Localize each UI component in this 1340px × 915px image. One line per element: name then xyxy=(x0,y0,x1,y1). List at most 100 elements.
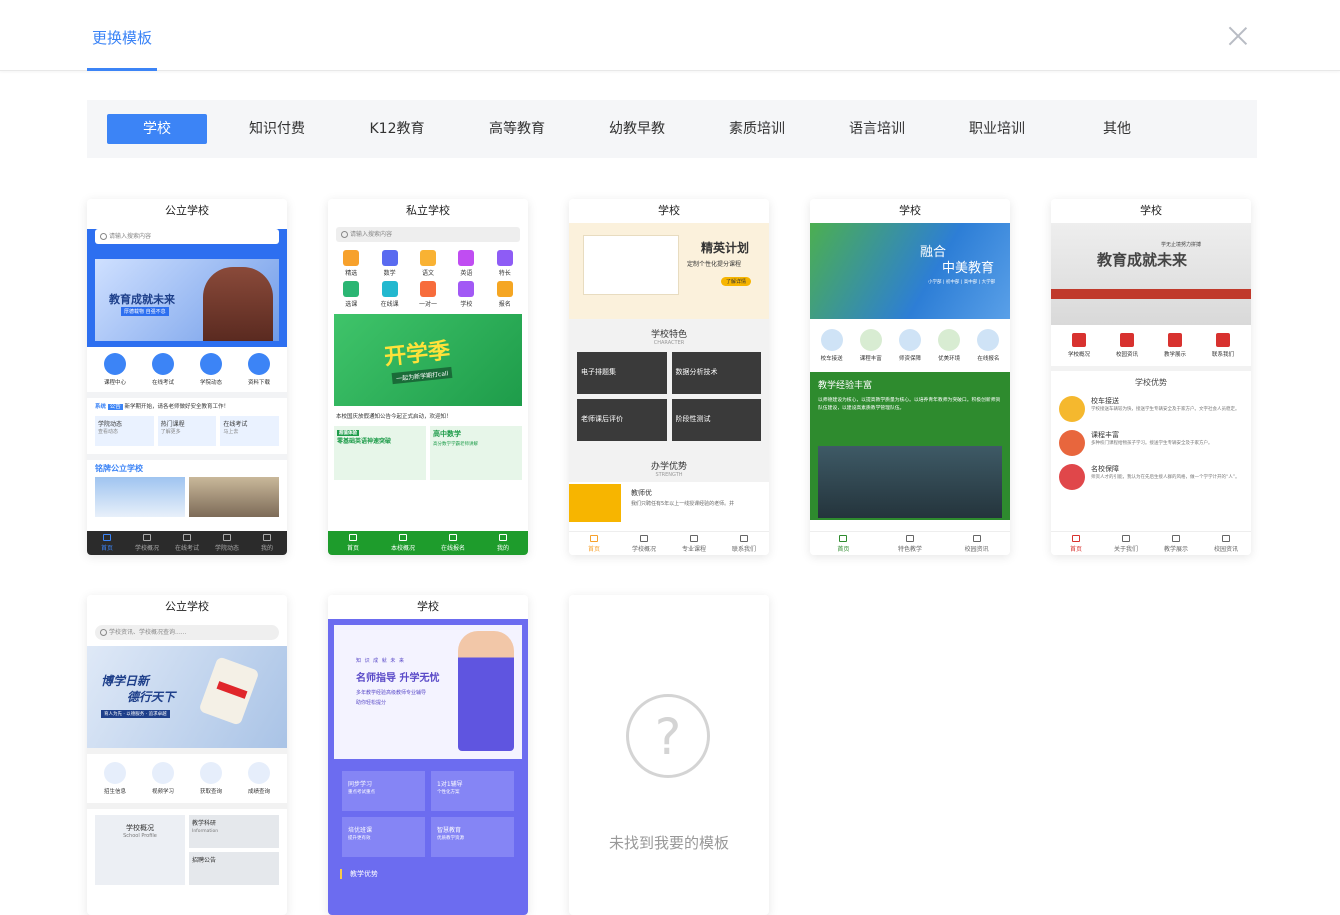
nav-item: 本校概况 xyxy=(378,531,428,555)
icon-item: 教学展示 xyxy=(1164,333,1186,358)
nav-item: 学院动态 xyxy=(207,531,247,555)
nav-item: 我的 xyxy=(247,531,287,555)
nav-item: 首页 xyxy=(87,531,127,555)
category-quality-training[interactable]: 素质培训 xyxy=(707,114,807,144)
nav-item: 特色教学 xyxy=(877,532,944,555)
category-language-training[interactable]: 语言培训 xyxy=(827,114,927,144)
category-vocational-training[interactable]: 职业培训 xyxy=(947,114,1047,144)
photo xyxy=(189,477,279,517)
category-higher-education[interactable]: 高等教育 xyxy=(467,114,567,144)
template-card-school-advantages[interactable]: 学校 教育成就未来 学无止境努力拼搏 学校概况 校园资讯 教学展示 联系我们 学… xyxy=(1051,199,1251,555)
card-body: 知 识 成 就 未 来 名师指导 升学无忧 多年教学经验高级教师专业辅导 助你轻… xyxy=(328,619,528,915)
section-title: 办学优势 xyxy=(650,462,687,472)
category-other[interactable]: 其他 xyxy=(1067,114,1167,144)
nav-item: 关于我们 xyxy=(1101,532,1151,555)
icon-item: 校车接送 xyxy=(820,329,843,362)
nav-item: 在线报名 xyxy=(428,531,478,555)
nav-item: 教学展示 xyxy=(1151,532,1201,555)
section-text: 以师德建设为核心，以提高教学质量为核心。以培养青年教师为突破口。积极创新师资队伍… xyxy=(818,398,1001,411)
tab-change-template[interactable]: 更换模板 xyxy=(87,0,157,71)
banner-stripe xyxy=(1051,289,1251,299)
advantage-list: 校车接送 学校接送车辆较为快，接送学生专辆安全及于家方户。文字社会人员稳定。 课程… xyxy=(1051,394,1251,492)
icon-grid: 精选 数学 语文 英语 特长 选课 在线课 一对一 学校 报名 xyxy=(328,248,528,310)
nav-item: 学校概况 xyxy=(619,532,669,555)
card-header-area: 请输入搜索内容 教育成就未来 厚德载物 自强不息 xyxy=(87,229,287,347)
tab-change-template-label: 更换模板 xyxy=(92,29,153,47)
section-title: 学校优势 xyxy=(1135,378,1167,387)
category-school[interactable]: 学校 xyxy=(107,114,207,144)
promo-row: 超值体验 零基础英语神速突破 高中数学 高分数学学霸老师讲解 xyxy=(328,422,528,484)
grid-icon: 语文 xyxy=(409,250,447,277)
grid-icon: 报名 xyxy=(486,281,524,308)
grid-icon: 一对一 xyxy=(409,281,447,308)
banner-title-2: 中美教育 xyxy=(942,261,995,276)
banner-title: 开学季 xyxy=(383,338,452,371)
feature-tile: 老师课后评价 xyxy=(577,399,667,441)
icon-item: 联系我们 xyxy=(1212,333,1234,358)
building-shape xyxy=(203,267,273,341)
banner-image: 博学日新 德行天下 育人为先 · 以德服务 · 追求卓越 xyxy=(87,646,287,748)
template-card-school-tutoring[interactable]: 学校 知 识 成 就 未 来 名师指导 升学无忧 多年教学经验高级教师专业辅导 … xyxy=(328,595,528,915)
icon-row: 校车接送 课程丰富 师资保障 优美环境 在线报名 xyxy=(810,319,1010,372)
banner-image: 教育成就未来 学无止境努力拼搏 xyxy=(1051,223,1251,325)
section-subtitle: STRENGTH xyxy=(655,472,683,478)
category-k12[interactable]: K12教育 xyxy=(347,114,447,144)
banner-title: 教育成就未来 xyxy=(1097,251,1188,269)
service-tile: 智慧教育 优质教学资源 xyxy=(431,817,514,857)
teacher-figure xyxy=(458,631,514,751)
advantage-item: 课程丰富 多种校门课程给物孩子学习。接送学生专辆安全及于家方户。 xyxy=(1059,430,1243,456)
tile-research: 教学科研 Information xyxy=(189,815,279,848)
icon-item: 优美环境 xyxy=(938,329,960,362)
banner-image: 精英计划 定制个性化提分课程 了解详情 xyxy=(569,223,769,319)
close-icon[interactable] xyxy=(1228,26,1248,46)
bottom-nav: 首页 特色教学 校园资讯 xyxy=(810,531,1010,555)
nav-item: 首页 xyxy=(328,531,378,555)
nav-item: 校园资讯 xyxy=(1201,532,1251,555)
not-found-label: 未找到我要的模板 xyxy=(608,834,729,852)
category-bar: 学校 知识付费 K12教育 高等教育 幼教早教 素质培训 语言培训 职业培训 其… xyxy=(87,100,1257,158)
template-card-private-school[interactable]: 私立学校 请输入搜索内容 精选 数学 语文 英语 特长 选课 在线课 一对一 学… xyxy=(328,199,528,555)
template-not-found-card[interactable]: ? 未找到我要的模板 xyxy=(569,595,769,915)
banner-subtitle: 育人为先 · 以德服务 · 追求卓越 xyxy=(101,710,170,718)
grid-icon: 数学 xyxy=(370,250,408,277)
search-input: 学校资讯、学校概况查询...... xyxy=(95,625,279,640)
advantage-item: 名校保障 师资人才的引能，我认为在先后生接人群的风格，做一个学学计开的“人”。 xyxy=(1059,464,1243,490)
grid-icon: 精选 xyxy=(332,250,370,277)
feature-tile: 数据分析技术 xyxy=(671,352,761,394)
features-section: 学校特色 CHARACTER 电子排题集 数据分析技术 老师课后评价 阶段性测试 xyxy=(569,319,769,455)
template-card-public-school-2[interactable]: 公立学校 学校资讯、学校概况查询...... 博学日新 德行天下 育人为先 · … xyxy=(87,595,287,915)
card-title: 私立学校 xyxy=(328,199,528,223)
bottom-nav: 首页 学校概况 在线考试 学院动态 我的 xyxy=(87,531,287,555)
icon-online-exam: 在线考试 xyxy=(151,353,174,386)
icon-item: 课程丰富 xyxy=(859,329,882,362)
card-title: 公立学校 xyxy=(87,199,287,223)
grid-icon: 特长 xyxy=(486,250,524,277)
tile-school-profile: 学校概况 School Profile xyxy=(95,815,185,885)
grid-icon: 英语 xyxy=(447,250,485,277)
template-card-school-elite[interactable]: 学校 精英计划 定制个性化提分课程 了解详情 学校特色 CHARACTER 电子… xyxy=(569,199,769,555)
promo-card: 高中数学 高分数学学霸老师讲解 xyxy=(430,426,522,480)
tile-row: 学院动态 查看动态 热门课程 了解更多 在线考试 马上去 xyxy=(87,414,287,448)
notice-text: 本校国庆放假通知公告今起正式启动，欢迎知！ xyxy=(336,414,452,420)
nav-item: 在线考试 xyxy=(167,531,207,555)
tile: 热门课程 了解更多 xyxy=(157,416,217,446)
icon-row: 课程中心 在线考试 学院动态 资料下载 xyxy=(87,347,287,392)
promo-card: 超值体验 零基础英语神速突破 xyxy=(334,426,426,480)
section-title: 教学经验丰富 xyxy=(818,381,873,391)
banner-image: 融合 中美教育 小学部 | 初中部 | 高中部 | 大学部 xyxy=(810,223,1010,319)
banner-title-1: 博学日新 xyxy=(101,674,150,688)
nav-item: 校园资讯 xyxy=(943,532,1010,555)
template-card-school-sino-us[interactable]: 学校 融合 中美教育 小学部 | 初中部 | 高中部 | 大学部 校车接送 课程… xyxy=(810,199,1010,555)
icon-item: 成绩查询 xyxy=(247,762,270,795)
advantage-item: 教师优 我们只聘任有5年以上一线授课经验的老师。并 xyxy=(569,482,769,522)
template-card-public-school[interactable]: 公立学校 请输入搜索内容 教育成就未来 厚德载物 自强不息 课程中心 在线考试 … xyxy=(87,199,287,555)
banner-image: 教育成就未来 厚德载物 自强不息 xyxy=(95,259,279,341)
classroom-photo xyxy=(818,446,1002,518)
icon-course-center: 课程中心 xyxy=(103,353,126,386)
icon-row: 学校概况 校园资讯 教学展示 联系我们 xyxy=(1051,325,1251,366)
category-paid-knowledge[interactable]: 知识付费 xyxy=(227,114,327,144)
icon-item: 师资保障 xyxy=(898,329,921,362)
icon-item: 招生信息 xyxy=(103,762,126,795)
banner-text-2: 助你轻松提分 xyxy=(356,700,387,706)
category-early-education[interactable]: 幼教早教 xyxy=(587,114,687,144)
